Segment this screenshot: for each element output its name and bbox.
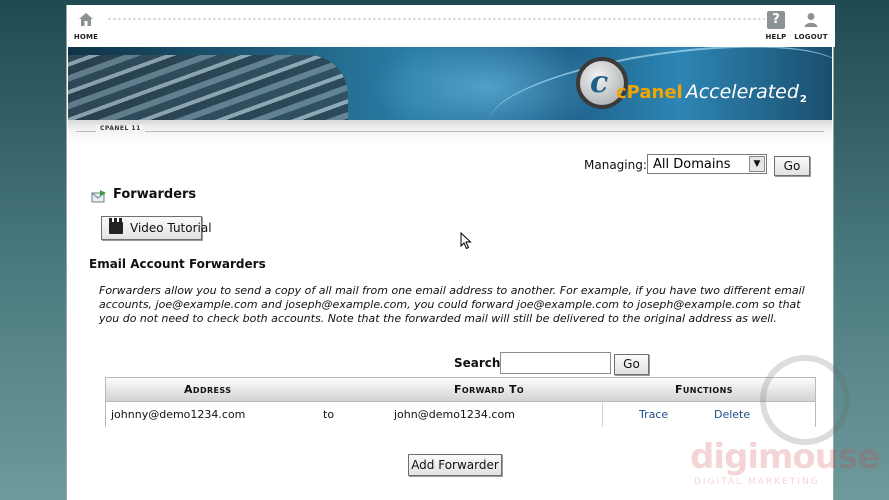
trace-link[interactable]: Trace xyxy=(639,408,668,421)
managing-label: Managing: xyxy=(584,158,647,172)
mouse-cursor-icon xyxy=(460,232,472,250)
logout-icon xyxy=(804,13,818,27)
header-forward-to[interactable]: Forward To xyxy=(454,383,524,396)
cpanel-banner: c cPanel Accelerated2 xyxy=(68,47,832,120)
video-tutorial-label: Video Tutorial xyxy=(130,221,212,235)
delete-link[interactable]: Delete xyxy=(714,408,750,421)
header-functions: Functions xyxy=(675,383,733,396)
video-tutorial-button[interactable]: Video Tutorial xyxy=(101,216,212,240)
table-header: Address Forward To Functions xyxy=(106,378,815,402)
help-button[interactable]: ? HELP xyxy=(759,11,793,41)
add-forwarder-button[interactable]: Add Forwarder xyxy=(408,454,502,476)
row-divider xyxy=(602,403,603,427)
search-go-button[interactable]: Go xyxy=(614,354,649,375)
logout-button[interactable]: LOGOUT xyxy=(794,11,828,41)
row-to: to xyxy=(323,408,335,421)
version-label: CPANEL 11 xyxy=(96,125,145,132)
cpanel-logo: c cPanel Accelerated2 xyxy=(576,53,832,115)
domain-select-value: All Domains xyxy=(653,157,731,172)
header-address[interactable]: Address xyxy=(184,383,231,396)
cpanel-page: HOME ? HELP LOGOUT c cPanelAccelerated2 xyxy=(66,5,835,500)
table-row: johnny@demo1234.com to john@demo1234.com… xyxy=(106,403,815,427)
help-label: HELP xyxy=(765,33,787,41)
mail-forward-icon xyxy=(91,190,106,203)
search-label: Search xyxy=(454,356,501,370)
logout-label: LOGOUT xyxy=(794,33,828,41)
forwarders-description: Forwarders allow you to send a copy of a… xyxy=(99,284,805,325)
home-icon xyxy=(79,13,93,26)
version-strip: CPANEL 11 xyxy=(68,120,832,144)
banner-cable-graphic xyxy=(68,55,348,120)
clapperboard-icon xyxy=(109,218,123,234)
search-input[interactable] xyxy=(500,352,611,374)
top-toolbar: HOME ? HELP LOGOUT xyxy=(67,5,835,47)
section-title: Email Account Forwarders xyxy=(89,257,266,271)
home-label: HOME xyxy=(73,33,99,41)
chevron-down-icon[interactable]: ▼ xyxy=(749,156,765,172)
forwarders-table: Address Forward To Functions johnny@demo… xyxy=(105,377,816,427)
version-divider xyxy=(76,131,824,132)
home-button[interactable]: HOME xyxy=(69,11,103,41)
row-address: johnny@demo1234.com xyxy=(111,408,246,421)
logo-version: 2 xyxy=(799,94,807,105)
logo-product: Accelerated xyxy=(685,81,799,103)
logo-wordmark: cPanel Accelerated2 xyxy=(616,81,807,105)
domain-select[interactable]: All Domains ▼ xyxy=(647,154,767,174)
help-icon: ? xyxy=(767,11,785,29)
logo-brand: cPanel xyxy=(616,82,683,103)
page-title: Forwarders xyxy=(113,187,197,202)
managing-go-button[interactable]: Go xyxy=(774,156,810,176)
toolbar-dots xyxy=(107,17,765,21)
logo-letter: c xyxy=(590,65,609,100)
row-forward-to: john@demo1234.com xyxy=(394,408,515,421)
